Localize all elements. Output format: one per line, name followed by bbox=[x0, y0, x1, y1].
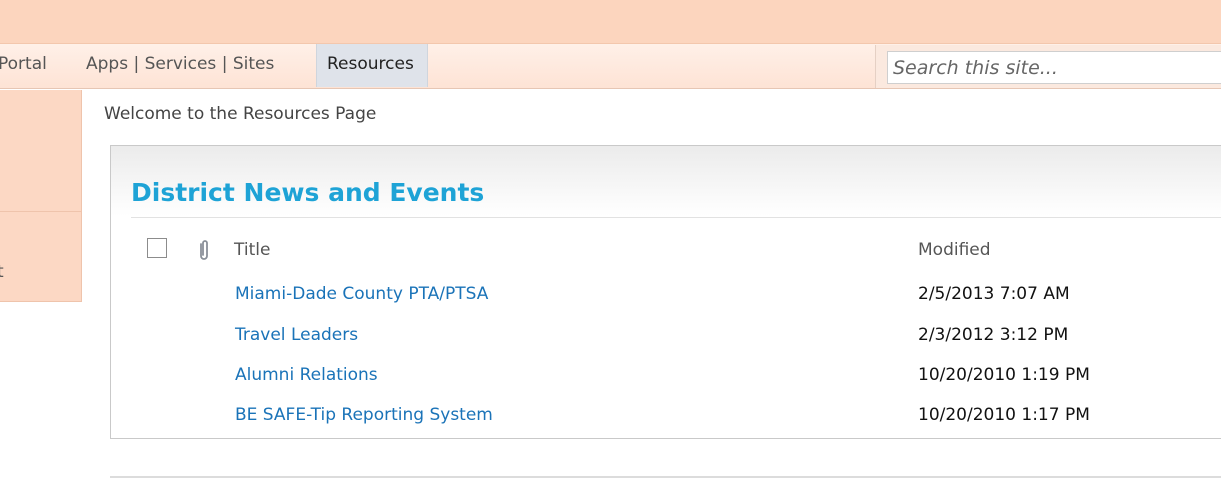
left-quick-launch: t bbox=[0, 90, 82, 302]
nav-portal[interactable]: Portal bbox=[0, 44, 47, 87]
nav-apps-services-sites[interactable]: Apps | Services | Sites bbox=[86, 44, 274, 87]
list-item-modified: 10/20/2010 1:17 PM bbox=[918, 405, 1090, 425]
list-item-modified: 2/5/2013 7:07 AM bbox=[918, 284, 1070, 304]
column-header-modified[interactable]: Modified bbox=[918, 240, 991, 260]
top-banner bbox=[0, 0, 1221, 44]
list-item-title[interactable]: BE SAFE-Tip Reporting System bbox=[235, 405, 493, 425]
paperclip-icon bbox=[200, 240, 208, 260]
list-item-title[interactable]: Miami-Dade County PTA/PTSA bbox=[235, 284, 488, 304]
search-box bbox=[875, 45, 1221, 88]
quick-launch-divider bbox=[0, 211, 82, 212]
column-header-title[interactable]: Title bbox=[234, 240, 270, 260]
next-webpart-border bbox=[110, 476, 1221, 478]
select-all-checkbox[interactable] bbox=[147, 238, 167, 258]
quick-launch-item[interactable]: t bbox=[0, 262, 4, 282]
news-events-webpart: District News and Events Title Modified … bbox=[110, 145, 1221, 439]
search-input[interactable] bbox=[887, 51, 1221, 84]
list-item-title[interactable]: Travel Leaders bbox=[235, 325, 358, 345]
welcome-text: Welcome to the Resources Page bbox=[104, 104, 377, 124]
list-item-title[interactable]: Alumni Relations bbox=[235, 365, 378, 385]
title-divider bbox=[131, 217, 1221, 218]
webpart-title[interactable]: District News and Events bbox=[131, 178, 484, 207]
list-item-modified: 10/20/2010 1:19 PM bbox=[918, 365, 1090, 385]
list-item-modified: 2/3/2012 3:12 PM bbox=[918, 325, 1069, 345]
nav-resources[interactable]: Resources bbox=[316, 44, 428, 87]
